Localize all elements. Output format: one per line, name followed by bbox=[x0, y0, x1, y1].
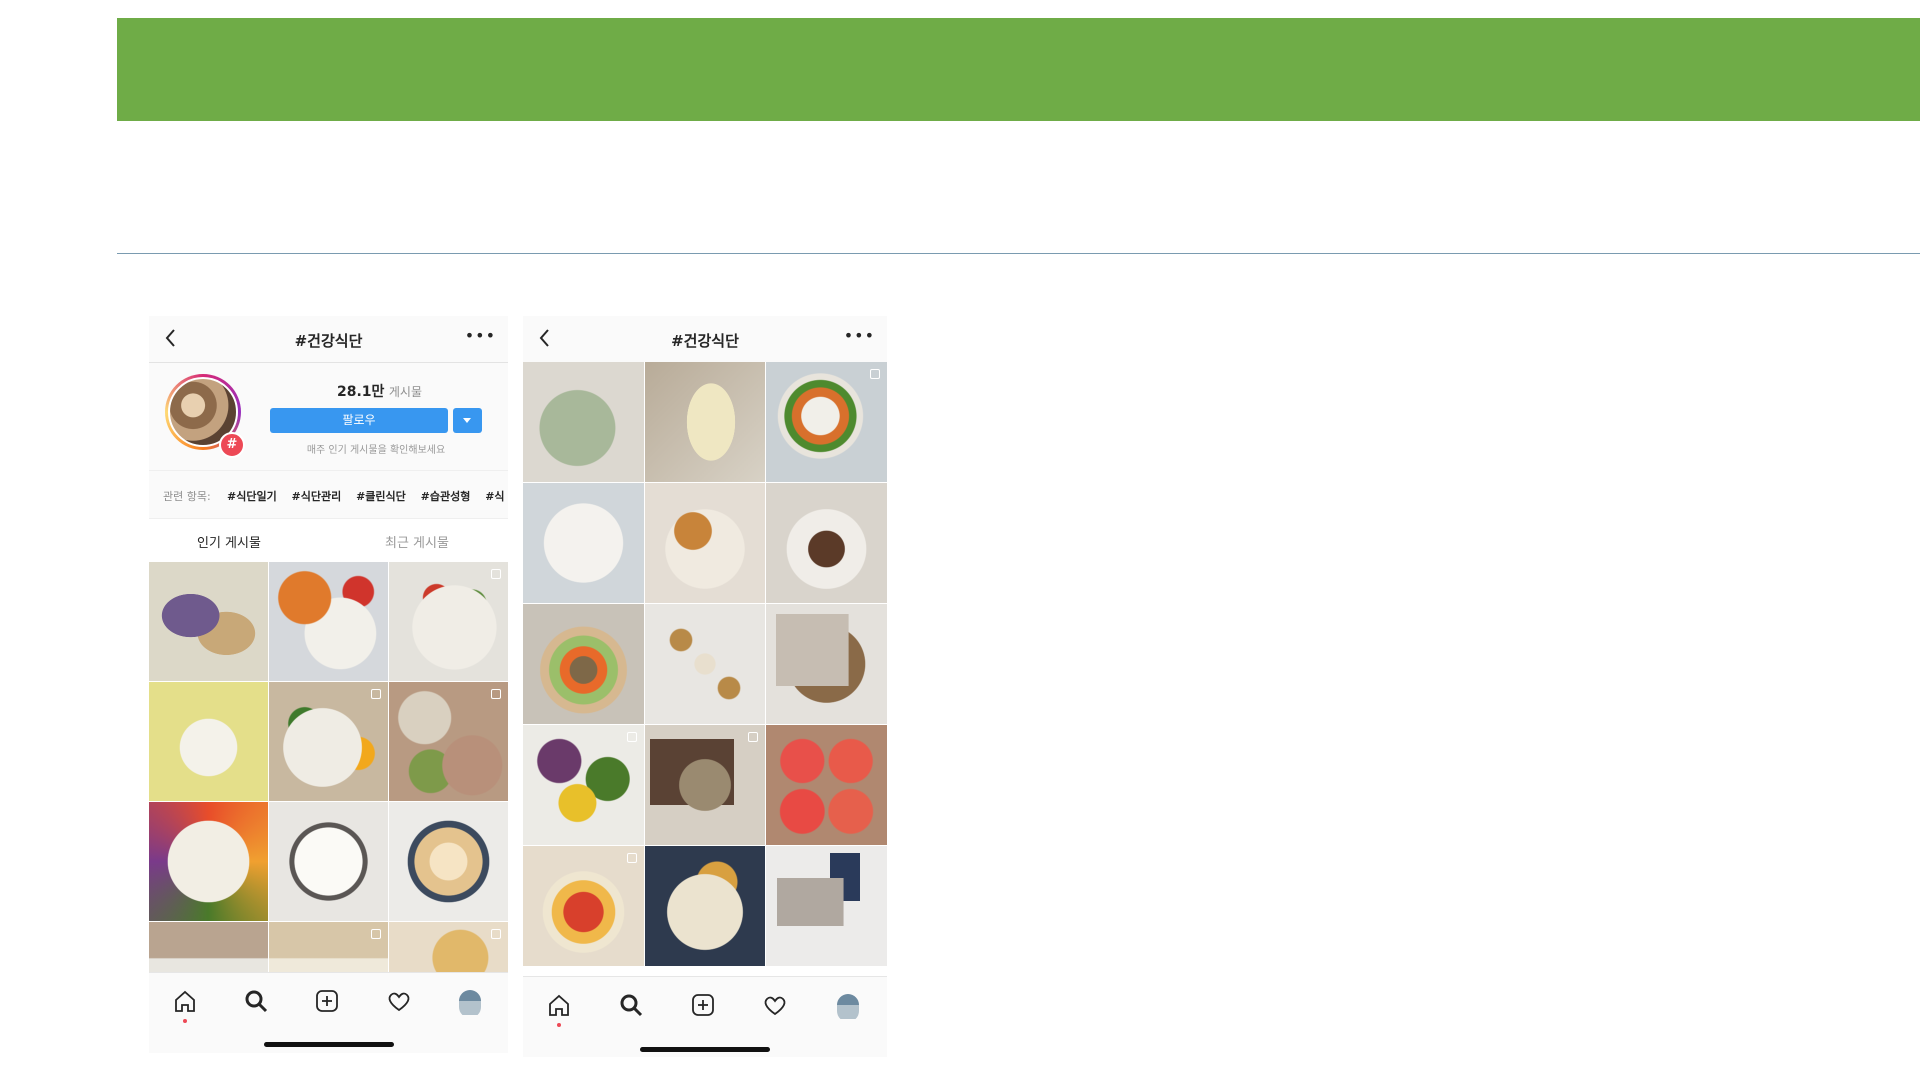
post-count: 28.1만 게시물 bbox=[337, 381, 422, 401]
home-indicator bbox=[264, 1042, 394, 1047]
heart-icon[interactable] bbox=[761, 991, 789, 1019]
page-title: #건강식단 bbox=[294, 332, 363, 350]
hashtag-badge-icon: # bbox=[219, 432, 245, 458]
photo-grid bbox=[149, 562, 508, 1041]
related-label: 관련 항목: bbox=[163, 490, 211, 503]
post-thumbnail[interactable] bbox=[149, 802, 268, 921]
post-thumbnail[interactable] bbox=[389, 682, 508, 801]
hashtag-header: # 28.1만 게시물 팔로우 매주 인기 게시물을 확인해보세요 bbox=[149, 363, 508, 471]
post-thumbnail[interactable] bbox=[523, 604, 644, 724]
more-options-icon[interactable]: ••• bbox=[465, 326, 496, 345]
post-thumbnail[interactable] bbox=[523, 846, 644, 966]
related-tags-bar: 관련 항목: #식단일기 #식단관리 #클린식단 #습관성형 #식 bbox=[149, 471, 508, 519]
post-thumbnail[interactable] bbox=[269, 562, 388, 681]
home-icon[interactable] bbox=[545, 991, 573, 1019]
bottom-tab-bar bbox=[523, 976, 887, 1057]
profile-avatar[interactable] bbox=[834, 991, 862, 1019]
add-post-icon[interactable] bbox=[313, 987, 341, 1015]
post-thumbnail[interactable] bbox=[523, 725, 644, 845]
photo-grid bbox=[523, 362, 887, 976]
notification-dot bbox=[557, 1023, 561, 1027]
post-thumbnail[interactable] bbox=[766, 846, 887, 966]
post-thumbnail[interactable] bbox=[766, 725, 887, 845]
post-thumbnail[interactable] bbox=[644, 483, 766, 603]
add-post-icon[interactable] bbox=[689, 991, 717, 1019]
home-indicator bbox=[640, 1047, 770, 1052]
weekly-note: 매주 인기 게시물을 확인해보세요 bbox=[306, 445, 446, 456]
more-options-icon[interactable]: ••• bbox=[844, 326, 875, 345]
post-thumbnail[interactable] bbox=[766, 362, 887, 482]
post-thumbnail[interactable] bbox=[644, 846, 766, 966]
page-title: #건강식단 bbox=[671, 332, 739, 350]
post-thumbnail[interactable] bbox=[644, 362, 766, 482]
post-thumbnail[interactable] bbox=[269, 682, 388, 801]
tab-recent-posts[interactable]: 최근 게시물 bbox=[385, 532, 449, 551]
related-tag[interactable]: #식단관리 bbox=[292, 490, 342, 503]
header-banner bbox=[117, 18, 1920, 121]
post-thumbnail[interactable] bbox=[523, 483, 644, 603]
hashtag-screen-left: #건강식단 ••• # 28.1만 게시물 팔로우 매주 인기 게시물을 확인해… bbox=[149, 316, 508, 1054]
post-thumbnail[interactable] bbox=[389, 562, 508, 681]
related-tag[interactable]: #식단일기 bbox=[227, 490, 277, 503]
notification-dot bbox=[183, 1019, 187, 1023]
tab-top-posts[interactable]: 인기 게시물 bbox=[197, 532, 261, 551]
profile-avatar[interactable] bbox=[456, 987, 484, 1015]
post-thumbnail[interactable] bbox=[389, 802, 508, 921]
post-thumbnail[interactable] bbox=[149, 682, 268, 801]
post-thumbnail[interactable] bbox=[766, 604, 887, 724]
related-tag[interactable]: #습관성형 bbox=[421, 490, 471, 503]
follow-button[interactable]: 팔로우 bbox=[270, 408, 448, 433]
search-icon[interactable] bbox=[242, 987, 270, 1015]
post-thumbnail[interactable] bbox=[766, 483, 887, 603]
hashtag-screen-right: #건강식단 ••• bbox=[523, 316, 887, 1060]
nav-bar: #건강식단 ••• bbox=[523, 316, 887, 363]
post-thumbnail[interactable] bbox=[269, 802, 388, 921]
home-icon[interactable] bbox=[171, 987, 199, 1015]
post-count-value: 28.1만 bbox=[337, 384, 385, 400]
bottom-tab-bar bbox=[149, 972, 508, 1053]
post-tabs: 인기 게시물 최근 게시물 bbox=[149, 519, 508, 562]
nav-bar: #건강식단 ••• bbox=[149, 316, 508, 363]
follow-dropdown-button[interactable] bbox=[453, 408, 482, 433]
search-icon[interactable] bbox=[617, 991, 645, 1019]
post-thumbnail[interactable] bbox=[644, 725, 766, 845]
post-thumbnail[interactable] bbox=[149, 562, 268, 681]
divider-line bbox=[117, 253, 1920, 254]
heart-icon[interactable] bbox=[385, 987, 413, 1015]
related-tag[interactable]: #클린식단 bbox=[356, 490, 406, 503]
post-count-label: 게시물 bbox=[388, 385, 423, 399]
post-thumbnail[interactable] bbox=[644, 604, 766, 724]
related-tag[interactable]: #식 bbox=[485, 490, 504, 503]
post-thumbnail[interactable] bbox=[523, 362, 644, 482]
